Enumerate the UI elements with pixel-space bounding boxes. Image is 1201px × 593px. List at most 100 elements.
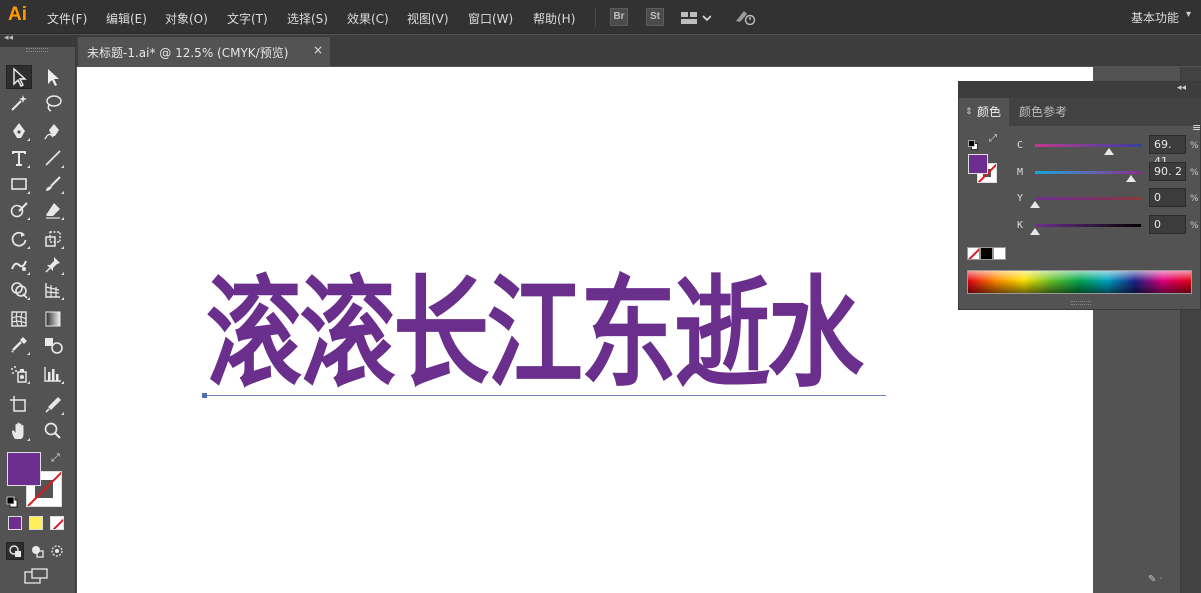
rectangle-icon — [11, 178, 27, 190]
slider-track[interactable] — [1035, 171, 1141, 174]
draw-inside-icon[interactable] — [48, 542, 66, 560]
pen-tool[interactable] — [6, 119, 32, 143]
artboard-headline-text[interactable]: 滚滚长江东逝水 — [206, 262, 864, 408]
tools-panel-header[interactable]: ◂◂ — [0, 33, 76, 47]
gradient-mode-button[interactable] — [29, 516, 43, 530]
tool-group-corner — [61, 381, 64, 384]
slider-track[interactable] — [1035, 224, 1141, 227]
eraser-tool[interactable] — [40, 198, 66, 222]
menu-help[interactable]: 帮助(H) — [533, 10, 575, 27]
tool-group-corner — [27, 217, 30, 220]
close-icon[interactable]: × — [313, 43, 323, 57]
slider-thumb[interactable] — [1030, 228, 1040, 235]
shaper-tool[interactable] — [6, 198, 32, 222]
panel-grip[interactable] — [26, 48, 48, 52]
chevron-down-icon[interactable]: ▾ — [1186, 9, 1191, 20]
menu-file[interactable]: 文件(F) — [47, 10, 87, 27]
swap-colors-icon[interactable]: ⤢ — [51, 451, 60, 465]
column-graph-tool[interactable] — [40, 362, 66, 386]
none-swatch[interactable] — [967, 247, 980, 260]
pin-icon — [45, 257, 60, 273]
slice-tool[interactable] — [40, 393, 66, 417]
type-tool[interactable] — [6, 146, 32, 170]
artboard-tool[interactable] — [6, 393, 32, 417]
artboard-canvas[interactable]: 滚滚长江东逝水 — [77, 67, 1093, 593]
draw-behind-icon[interactable] — [28, 542, 46, 560]
menu-select[interactable]: 选择(S) — [287, 10, 328, 27]
slider-thumb[interactable] — [1103, 148, 1114, 155]
zoom-tool[interactable] — [40, 419, 66, 443]
symbol-sprayer-tool[interactable] — [6, 362, 32, 386]
tab-color-label: 颜色 — [977, 105, 1002, 119]
white-swatch[interactable] — [993, 247, 1006, 260]
panel-resize-grip[interactable] — [1071, 301, 1091, 305]
tab-color[interactable]: ⇕ 颜色 — [959, 98, 1009, 126]
blend-tool[interactable] — [40, 333, 66, 357]
hand-tool[interactable] — [6, 419, 32, 443]
slider-track[interactable] — [1035, 144, 1141, 147]
rotate-tool[interactable] — [6, 227, 32, 251]
eyedropper-icon — [11, 337, 27, 353]
menu-edit[interactable]: 编辑(E) — [106, 10, 147, 27]
draw-normal-icon[interactable] — [6, 542, 24, 560]
rectangle-tool[interactable] — [6, 172, 32, 196]
warp-tool[interactable] — [6, 253, 32, 277]
curvature-tool[interactable] — [40, 119, 66, 143]
slider-track[interactable] — [1035, 197, 1141, 200]
rotate-icon — [11, 231, 27, 247]
magic-wand-tool[interactable] — [6, 91, 32, 115]
tool-group-corner — [27, 191, 30, 194]
free-transform-tool[interactable] — [40, 253, 66, 277]
line-segment-tool[interactable] — [40, 146, 66, 170]
slider-thumb[interactable] — [1030, 201, 1040, 208]
tool-group-corner — [27, 438, 30, 441]
gpu-performance-icon[interactable] — [734, 9, 756, 26]
perspective-grid-tool[interactable] — [40, 278, 66, 302]
tool-group-corner — [61, 272, 64, 275]
color-mode-button[interactable] — [8, 516, 22, 530]
lasso-tool[interactable] — [40, 91, 66, 115]
menu-view[interactable]: 视图(V) — [407, 10, 449, 27]
gradient-tool[interactable] — [40, 307, 66, 331]
none-mode-button[interactable] — [50, 516, 64, 530]
color-spectrum-bar[interactable] — [967, 270, 1192, 294]
menu-object[interactable]: 对象(O) — [165, 10, 208, 27]
document-tab[interactable]: 未标题-1.ai* @ 12.5% (CMYK/预览) × — [78, 37, 330, 66]
eyedropper-tool[interactable] — [6, 333, 32, 357]
scale-tool[interactable] — [40, 227, 66, 251]
menu-effect[interactable]: 效果(C) — [347, 10, 389, 27]
swap-colors-icon[interactable]: ⤢ — [989, 133, 997, 144]
workspace-switcher[interactable]: 基本功能 — [1131, 9, 1179, 26]
shape-builder-tool[interactable] — [6, 278, 32, 302]
text-anchor-point[interactable] — [202, 393, 207, 398]
fill-color-swatch[interactable] — [968, 154, 988, 174]
direct-selection-tool[interactable] — [40, 65, 66, 89]
default-colors-icon[interactable] — [6, 493, 18, 508]
menu-window[interactable]: 窗口(W) — [468, 10, 513, 27]
mesh-tool[interactable] — [6, 307, 32, 331]
collapse-icon[interactable]: ◂◂ — [1177, 83, 1186, 93]
bridge-icon[interactable]: Br — [610, 8, 628, 26]
slider-value-input[interactable]: 90. 2 — [1149, 162, 1186, 181]
tool-group-corner — [27, 297, 30, 300]
selection-tool[interactable] — [6, 65, 32, 89]
tool-group-corner — [61, 217, 64, 220]
paintbrush-tool[interactable] — [40, 172, 66, 196]
screen-mode-icon[interactable] — [24, 568, 50, 584]
slider-value-input[interactable]: 69. 41 — [1149, 135, 1186, 168]
slider-value-input[interactable]: 0 — [1149, 188, 1186, 207]
collapse-icon[interactable]: ◂◂ — [4, 33, 13, 43]
slider-value-input[interactable]: 0 — [1149, 215, 1186, 234]
percent-sign: % — [1190, 168, 1199, 178]
symbol-sprayer-icon — [11, 366, 27, 383]
black-swatch[interactable] — [980, 247, 993, 260]
stock-icon[interactable]: St — [646, 8, 664, 26]
slider-thumb[interactable] — [1125, 175, 1136, 182]
default-colors-icon[interactable] — [968, 135, 978, 150]
tab-color-guide[interactable]: 颜色参考 — [1019, 98, 1067, 126]
fill-color-swatch[interactable] — [7, 452, 41, 486]
panel-menu-icon[interactable]: ≡ — [1192, 121, 1201, 134]
color-panel-header[interactable]: ◂◂ — [959, 82, 1201, 98]
menu-type[interactable]: 文字(T) — [227, 10, 268, 27]
arrange-documents-icon[interactable] — [681, 10, 712, 24]
